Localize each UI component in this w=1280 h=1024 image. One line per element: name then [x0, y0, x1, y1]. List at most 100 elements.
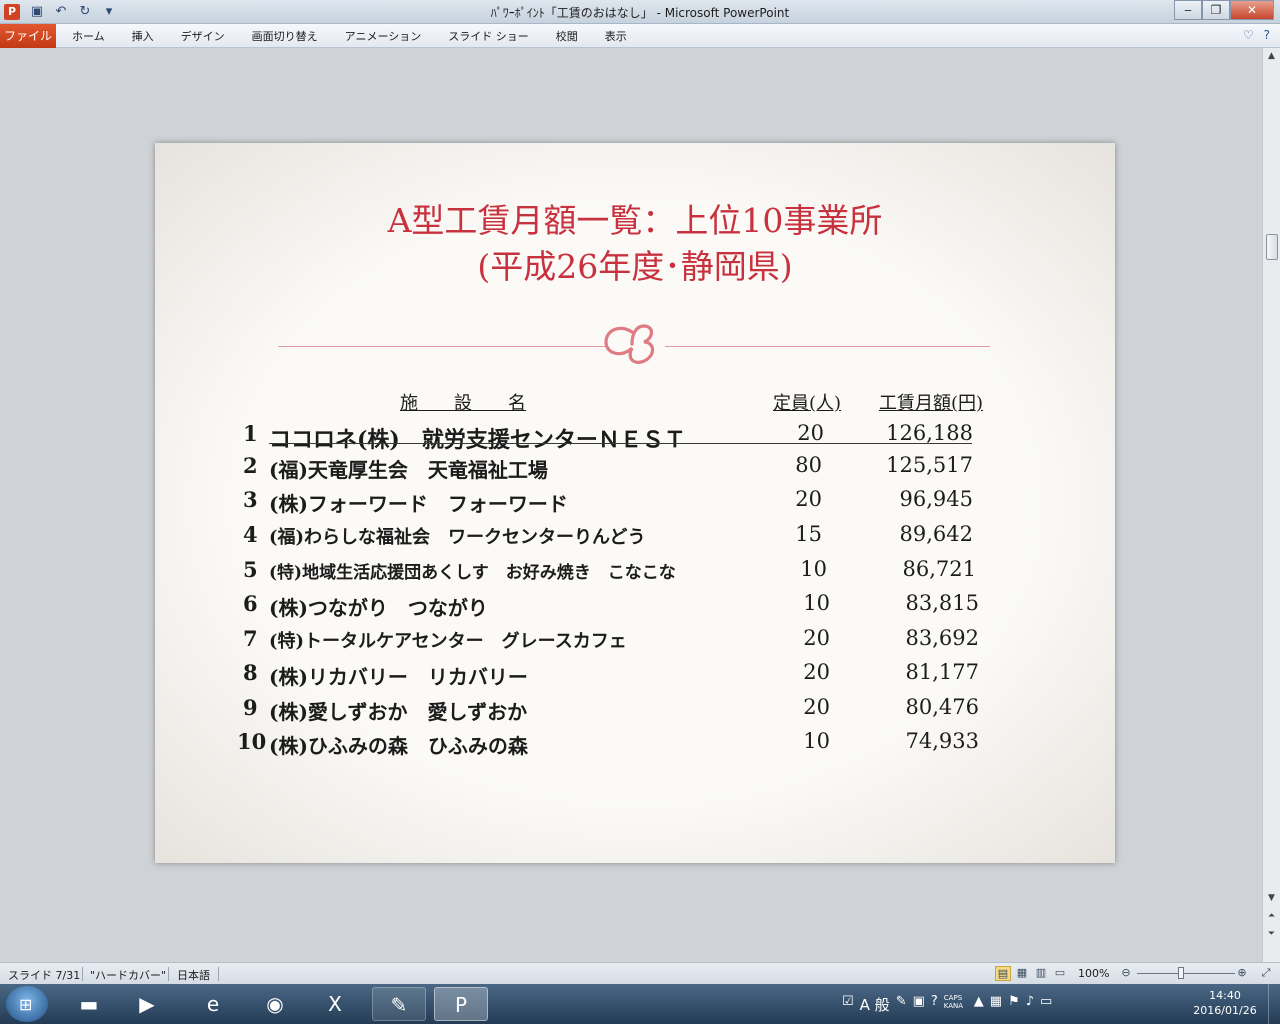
- slideshow-view-icon[interactable]: ▭: [1052, 966, 1068, 981]
- start-button[interactable]: ⊞: [6, 986, 48, 1022]
- zoom-slider-track[interactable]: [1137, 973, 1235, 974]
- ime-dictionary-icon[interactable]: ▣: [913, 994, 925, 1015]
- row-facility-name[interactable]: (株)愛しずおか 愛しずおか: [269, 696, 527, 725]
- windows-logo-icon: ⊞: [19, 995, 33, 1014]
- powerpoint-taskbar-icon[interactable]: P: [434, 987, 488, 1021]
- tab-design[interactable]: デザイン: [181, 28, 225, 44]
- row-facility-name[interactable]: (福)天竜厚生会 天竜福祉工場: [269, 454, 548, 483]
- maximize-button[interactable]: ❐: [1202, 0, 1230, 20]
- chrome-taskbar-icon[interactable]: ◉: [248, 987, 302, 1021]
- column-header-capacity[interactable]: 定員(人): [773, 389, 841, 415]
- previous-slide-icon[interactable]: ⏶: [1263, 908, 1280, 925]
- row-monthly-wage[interactable]: 126,188: [873, 421, 973, 445]
- ribbon-collapse-icon[interactable]: ♡: [1243, 28, 1254, 42]
- network-tray-icon[interactable]: ▦: [990, 994, 1002, 1015]
- flag-tray-icon[interactable]: ⚑: [1008, 994, 1020, 1015]
- fit-slide-icon[interactable]: ⤢: [1258, 966, 1274, 981]
- media-player-taskbar-icon[interactable]: ▶: [120, 987, 174, 1021]
- row-capacity[interactable]: 10: [790, 729, 830, 753]
- row-capacity[interactable]: 20: [790, 660, 830, 684]
- row-rank[interactable]: 9: [243, 695, 258, 720]
- row-facility-name[interactable]: (株)リカバリー リカバリー: [269, 661, 528, 690]
- row-facility-name[interactable]: (株)フォーワード フォーワード: [269, 488, 568, 517]
- row-facility-name[interactable]: (福)わらしな福祉会 ワークセンターりんどう: [269, 523, 646, 549]
- scrollbar-thumb[interactable]: [1266, 234, 1278, 260]
- next-slide-icon[interactable]: ⏷: [1263, 926, 1280, 943]
- explorer-taskbar-icon[interactable]: ▬: [62, 987, 116, 1021]
- tray-expand-icon[interactable]: ▲: [974, 994, 984, 1015]
- clock-time: 14:40: [1209, 989, 1241, 1002]
- tab-animations[interactable]: アニメーション: [345, 28, 422, 44]
- display-tray-icon[interactable]: ▭: [1040, 994, 1052, 1015]
- slide-title-line1[interactable]: A型工賃月額一覧：上位10事業所: [155, 199, 1115, 243]
- row-capacity[interactable]: 10: [790, 591, 830, 615]
- row-monthly-wage[interactable]: 125,517: [873, 453, 973, 477]
- tab-home[interactable]: ホーム: [72, 28, 105, 44]
- minimize-button[interactable]: ‒: [1174, 0, 1202, 20]
- zoom-slider-thumb[interactable]: [1178, 967, 1185, 979]
- column-header-name[interactable]: 施 設 名: [400, 389, 526, 415]
- row-capacity[interactable]: 15: [782, 522, 822, 546]
- system-clock[interactable]: 14:40 2016/01/26: [1188, 988, 1262, 1018]
- row-monthly-wage[interactable]: 96,945: [873, 487, 973, 511]
- row-facility-name[interactable]: ココロネ(株) 就労支援センターＮＥＳＴ: [269, 422, 686, 454]
- tab-view[interactable]: 表示: [605, 28, 627, 44]
- row-capacity[interactable]: 20: [782, 487, 822, 511]
- row-capacity[interactable]: 20: [790, 626, 830, 650]
- ime-mode-indicator[interactable]: A 般: [860, 994, 890, 1015]
- normal-view-icon[interactable]: ▤: [995, 966, 1011, 981]
- row-rank[interactable]: 8: [243, 660, 258, 685]
- row-rank[interactable]: 6: [243, 591, 258, 616]
- row-facility-name[interactable]: (株)ひふみの森 ひふみの森: [269, 730, 528, 759]
- row-capacity[interactable]: 80: [782, 453, 822, 477]
- zoom-out-icon[interactable]: ⊖: [1118, 966, 1134, 981]
- zoom-in-icon[interactable]: ⊕: [1234, 966, 1250, 981]
- scroll-up-arrow-icon[interactable]: ▲: [1263, 48, 1280, 65]
- ime-help-icon[interactable]: ?: [931, 994, 938, 1015]
- tab-file[interactable]: ファイル: [0, 24, 56, 48]
- row-capacity[interactable]: 20: [790, 695, 830, 719]
- row-rank[interactable]: 3: [243, 487, 258, 512]
- tab-slideshow[interactable]: スライド ショー: [448, 28, 529, 44]
- row-facility-name[interactable]: (特)トータルケアセンター グレースカフェ: [269, 627, 627, 653]
- paint-taskbar-icon[interactable]: ✎: [372, 987, 426, 1021]
- scroll-down-arrow-icon[interactable]: ▼: [1263, 890, 1280, 907]
- row-rank[interactable]: 5: [243, 557, 258, 582]
- row-rank[interactable]: 4: [243, 522, 258, 547]
- caps-kana-indicator: CAPS KANA: [943, 994, 964, 1010]
- row-facility-name[interactable]: (特)地域生活応援団あくしす お好み焼き こなこな: [269, 558, 676, 583]
- row-capacity[interactable]: 10: [787, 557, 827, 581]
- close-button[interactable]: ✕: [1230, 0, 1274, 20]
- row-rank[interactable]: 10: [237, 729, 266, 754]
- volume-tray-icon[interactable]: ♪: [1026, 994, 1034, 1015]
- row-facility-name[interactable]: (株)つながり つながり: [269, 592, 488, 621]
- row-capacity[interactable]: 20: [784, 421, 824, 445]
- security-tray-icon[interactable]: ☑: [842, 994, 854, 1015]
- slide-canvas[interactable]: A型工賃月額一覧：上位10事業所 (平成26年度･静岡県) 施 設 名 定員(人…: [155, 143, 1115, 863]
- row-monthly-wage[interactable]: 83,815: [879, 591, 979, 615]
- zoom-level[interactable]: 100%: [1078, 967, 1109, 980]
- reading-view-icon[interactable]: ▥: [1033, 966, 1049, 981]
- excel-taskbar-icon[interactable]: X: [308, 987, 362, 1021]
- tab-transitions[interactable]: 画面切り替え: [252, 28, 318, 44]
- row-monthly-wage[interactable]: 89,642: [873, 522, 973, 546]
- tab-review[interactable]: 校閲: [556, 28, 578, 44]
- row-rank[interactable]: 2: [243, 453, 258, 478]
- tab-insert[interactable]: 挿入: [132, 28, 154, 44]
- internet-explorer-taskbar-icon[interactable]: e: [186, 987, 240, 1021]
- row-rank[interactable]: 7: [243, 626, 258, 651]
- row-monthly-wage[interactable]: 74,933: [879, 729, 979, 753]
- show-desktop-button[interactable]: [1268, 984, 1280, 1024]
- slide-title-line2[interactable]: (平成26年度･静岡県): [155, 245, 1115, 289]
- slide-sorter-view-icon[interactable]: ▦: [1014, 966, 1030, 981]
- help-icon[interactable]: ?: [1264, 28, 1270, 42]
- vertical-scrollbar[interactable]: ▲ ▼ ⏶ ⏷: [1262, 48, 1280, 962]
- ime-tool-icon[interactable]: ✎: [896, 994, 907, 1015]
- row-monthly-wage[interactable]: 86,721: [876, 557, 976, 581]
- row-monthly-wage[interactable]: 81,177: [879, 660, 979, 684]
- language-indicator[interactable]: 日本語: [177, 967, 210, 983]
- row-monthly-wage[interactable]: 83,692: [879, 626, 979, 650]
- column-header-wage[interactable]: 工賃月額(円): [879, 389, 983, 415]
- row-monthly-wage[interactable]: 80,476: [879, 695, 979, 719]
- row-rank[interactable]: 1: [243, 421, 258, 446]
